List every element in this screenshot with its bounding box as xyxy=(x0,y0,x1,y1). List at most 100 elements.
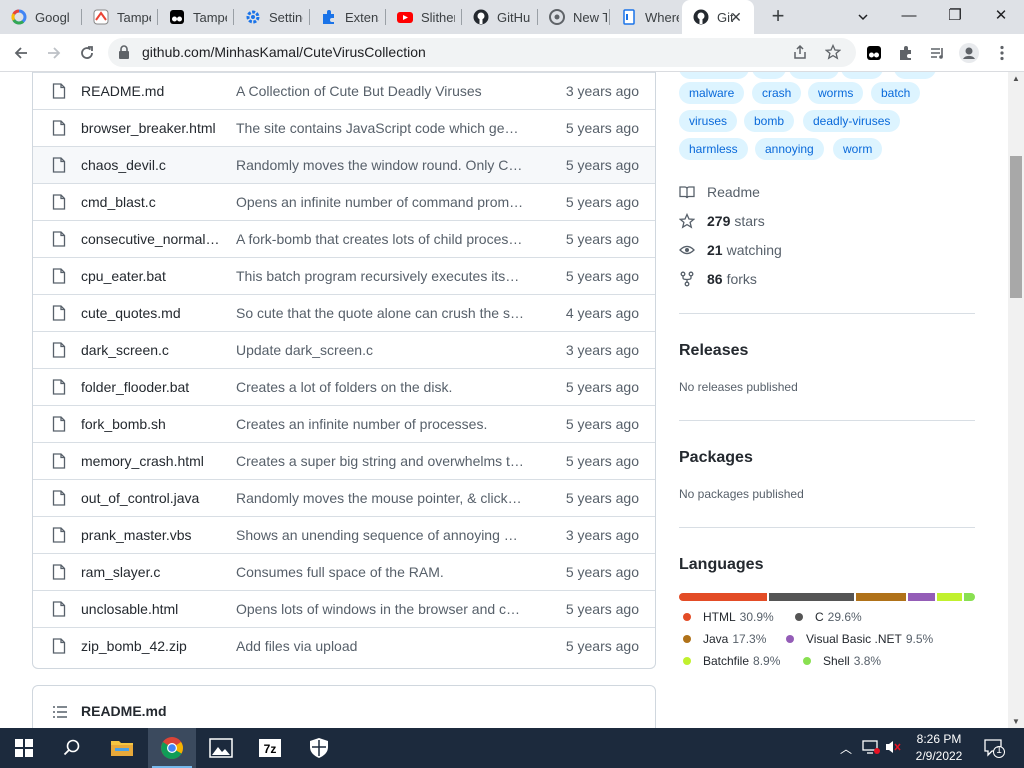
commit-message-link[interactable]: Creates a lot of folders on the disk. xyxy=(236,379,524,395)
file-name-link[interactable]: unclosable.html xyxy=(81,601,221,617)
tab-settings[interactable]: Settings xyxy=(234,0,310,34)
commit-message-link[interactable]: So cute that the quote alone can crush t… xyxy=(236,305,524,321)
commit-message-link[interactable]: Opens lots of windows in the browser and… xyxy=(236,601,524,617)
volume-muted-icon[interactable] xyxy=(884,739,902,758)
forks-link[interactable]: 86 forks xyxy=(679,269,757,289)
file-row[interactable]: prank_master.vbs Shows an unending sequen… xyxy=(33,516,655,553)
show-hidden-icons-chevron-icon[interactable]: ︿ xyxy=(840,740,852,757)
file-row[interactable]: cpu_eater.bat This batch program recursiv… xyxy=(33,257,655,294)
file-name-link[interactable]: cpu_eater.bat xyxy=(81,268,221,284)
releases-heading[interactable]: Releases xyxy=(679,342,748,360)
file-row[interactable]: fork_bomb.sh Creates an infinite number o… xyxy=(33,405,655,442)
language-item-html[interactable]: HTML 30.9% xyxy=(683,610,774,624)
file-name-link[interactable]: consecutive_normal_... xyxy=(81,231,221,247)
topic-annoying[interactable]: annoying xyxy=(755,138,824,160)
file-row[interactable]: consecutive_normal_... A fork-bomb that c… xyxy=(33,220,655,257)
bookmark-star-icon[interactable] xyxy=(824,43,842,65)
commit-message-link[interactable]: A Collection of Cute But Deadly Viruses xyxy=(236,83,524,99)
file-name-link[interactable]: browser_breaker.html xyxy=(81,120,221,136)
commit-message-link[interactable]: The site contains JavaScript code which … xyxy=(236,120,524,136)
maximize-button[interactable]: ❐ xyxy=(932,0,978,34)
reload-button[interactable] xyxy=(74,40,100,66)
file-row[interactable]: cmd_blast.c Opens an infinite number of c… xyxy=(33,183,655,220)
file-row[interactable]: zip_bomb_42.zip Add files via upload 5 yea… xyxy=(33,627,655,664)
tab-where[interactable]: Where xyxy=(610,0,682,34)
list-icon[interactable] xyxy=(52,704,68,725)
commit-message-link[interactable]: This batch program recursively executes … xyxy=(236,268,524,284)
topic-harmless[interactable]: harmless xyxy=(679,138,748,160)
share-icon[interactable] xyxy=(792,44,808,65)
file-row[interactable]: memory_crash.html Creates a super big str… xyxy=(33,442,655,479)
file-row[interactable]: unclosable.html Opens lots of windows in … xyxy=(33,590,655,627)
topic-crash[interactable]: crash xyxy=(752,82,802,104)
topic-malware[interactable]: malware xyxy=(679,82,745,104)
file-name-link[interactable]: zip_bomb_42.zip xyxy=(81,638,221,654)
commit-message-link[interactable]: Randomly moves the window round. Only Ct… xyxy=(236,157,524,173)
commit-message-link[interactable]: Update dark_screen.c xyxy=(236,342,524,358)
photos-taskbar-button[interactable] xyxy=(197,728,245,768)
lock-icon[interactable] xyxy=(118,45,130,64)
back-button[interactable] xyxy=(8,40,34,66)
forward-button[interactable] xyxy=(41,40,67,66)
commit-message-link[interactable]: Opens an infinite number of command prom… xyxy=(236,194,524,210)
tab-tampermonkey-2[interactable]: Tampermonkey xyxy=(158,0,234,34)
tampermonkey-extension-icon[interactable] xyxy=(864,43,884,63)
tab-new-tab[interactable]: New Tab xyxy=(538,0,610,34)
close-tab-icon[interactable]: ✕ xyxy=(728,9,744,25)
language-item-java[interactable]: Java 17.3% xyxy=(683,632,766,646)
scrollbar-thumb[interactable] xyxy=(1010,156,1022,298)
stars-link[interactable]: 279 stars xyxy=(679,211,765,231)
readme-link[interactable]: Readme xyxy=(679,182,760,202)
commit-message-link[interactable]: A fork-bomb that creates lots of child p… xyxy=(236,231,524,247)
url-text[interactable]: github.com/MinhasKamal/CuteVirusCollecti… xyxy=(142,44,426,60)
profile-avatar-icon[interactable] xyxy=(959,43,979,63)
language-item-batchfile[interactable]: Batchfile 8.9% xyxy=(683,654,780,668)
readme-title[interactable]: README.md xyxy=(81,703,167,719)
extensions-puzzle-icon[interactable] xyxy=(896,43,916,63)
tab-google[interactable]: Google xyxy=(0,0,82,34)
file-name-link[interactable]: chaos_devil.c xyxy=(81,157,221,173)
commit-message-link[interactable]: Consumes full space of the RAM. xyxy=(236,564,524,580)
file-explorer-taskbar-button[interactable] xyxy=(98,728,146,768)
tab-tampermonkey-1[interactable]: Tampermonkey xyxy=(82,0,158,34)
tab-github-active[interactable]: GitHub ✕ xyxy=(682,0,754,34)
scroll-up-arrow-icon[interactable]: ▲ xyxy=(1012,74,1020,83)
scroll-down-arrow-icon[interactable]: ▼ xyxy=(1012,717,1020,726)
file-row[interactable]: out_of_control.java Randomly moves the mo… xyxy=(33,479,655,516)
file-name-link[interactable]: dark_screen.c xyxy=(81,342,221,358)
file-name-link[interactable]: README.md xyxy=(81,83,221,99)
file-row[interactable]: browser_breaker.html The site contains Ja… xyxy=(33,109,655,146)
commit-message-link[interactable]: Randomly moves the mouse pointer, & clic… xyxy=(236,490,524,506)
notification-center-icon[interactable]: 1 xyxy=(984,738,1006,761)
topic-viruses[interactable]: viruses xyxy=(679,110,738,132)
topic-worm[interactable]: worm xyxy=(833,138,883,160)
tab-github-1[interactable]: GitHub xyxy=(462,0,538,34)
language-item-c[interactable]: C 29.6% xyxy=(795,610,862,624)
watching-link[interactable]: 21 watching xyxy=(679,240,782,260)
commit-message-link[interactable]: Creates a super big string and overwhelm… xyxy=(236,453,524,469)
topic-deadly-viruses[interactable]: deadly-viruses xyxy=(803,110,901,132)
commit-message-link[interactable]: Creates an infinite number of processes. xyxy=(236,416,524,432)
file-row[interactable]: chaos_devil.c Randomly moves the window r… xyxy=(33,146,655,183)
start-button[interactable] xyxy=(0,728,48,768)
topic-worms[interactable]: worms xyxy=(808,82,864,104)
system-clock[interactable]: 8:26 PM 2/9/2022 xyxy=(908,731,970,765)
file-row[interactable]: README.md A Collection of Cute But Deadly… xyxy=(33,72,655,109)
minimize-button[interactable]: — xyxy=(886,0,932,34)
close-window-button[interactable]: ✕ xyxy=(978,0,1024,34)
chrome-taskbar-button[interactable] xyxy=(148,728,196,768)
file-name-link[interactable]: out_of_control.java xyxy=(81,490,221,506)
file-name-link[interactable]: folder_flooder.bat xyxy=(81,379,221,395)
commit-message-link[interactable]: Shows an unending sequence of annoying m… xyxy=(236,527,524,543)
commit-message-link[interactable]: Add files via upload xyxy=(236,638,524,654)
topic-bomb[interactable]: bomb xyxy=(744,110,795,132)
new-tab-button[interactable]: + xyxy=(765,4,791,30)
file-name-link[interactable]: cute_quotes.md xyxy=(81,305,221,321)
file-row[interactable]: ram_slayer.c Consumes full space of the R… xyxy=(33,553,655,590)
file-name-link[interactable]: memory_crash.html xyxy=(81,453,221,469)
tab-slither[interactable]: Slither xyxy=(386,0,462,34)
security-taskbar-button[interactable] xyxy=(295,728,343,768)
tab-search-button[interactable] xyxy=(840,0,886,34)
address-bar[interactable]: github.com/MinhasKamal/CuteVirusCollecti… xyxy=(108,38,856,67)
file-row[interactable]: cute_quotes.md So cute that the quote alo… xyxy=(33,294,655,331)
